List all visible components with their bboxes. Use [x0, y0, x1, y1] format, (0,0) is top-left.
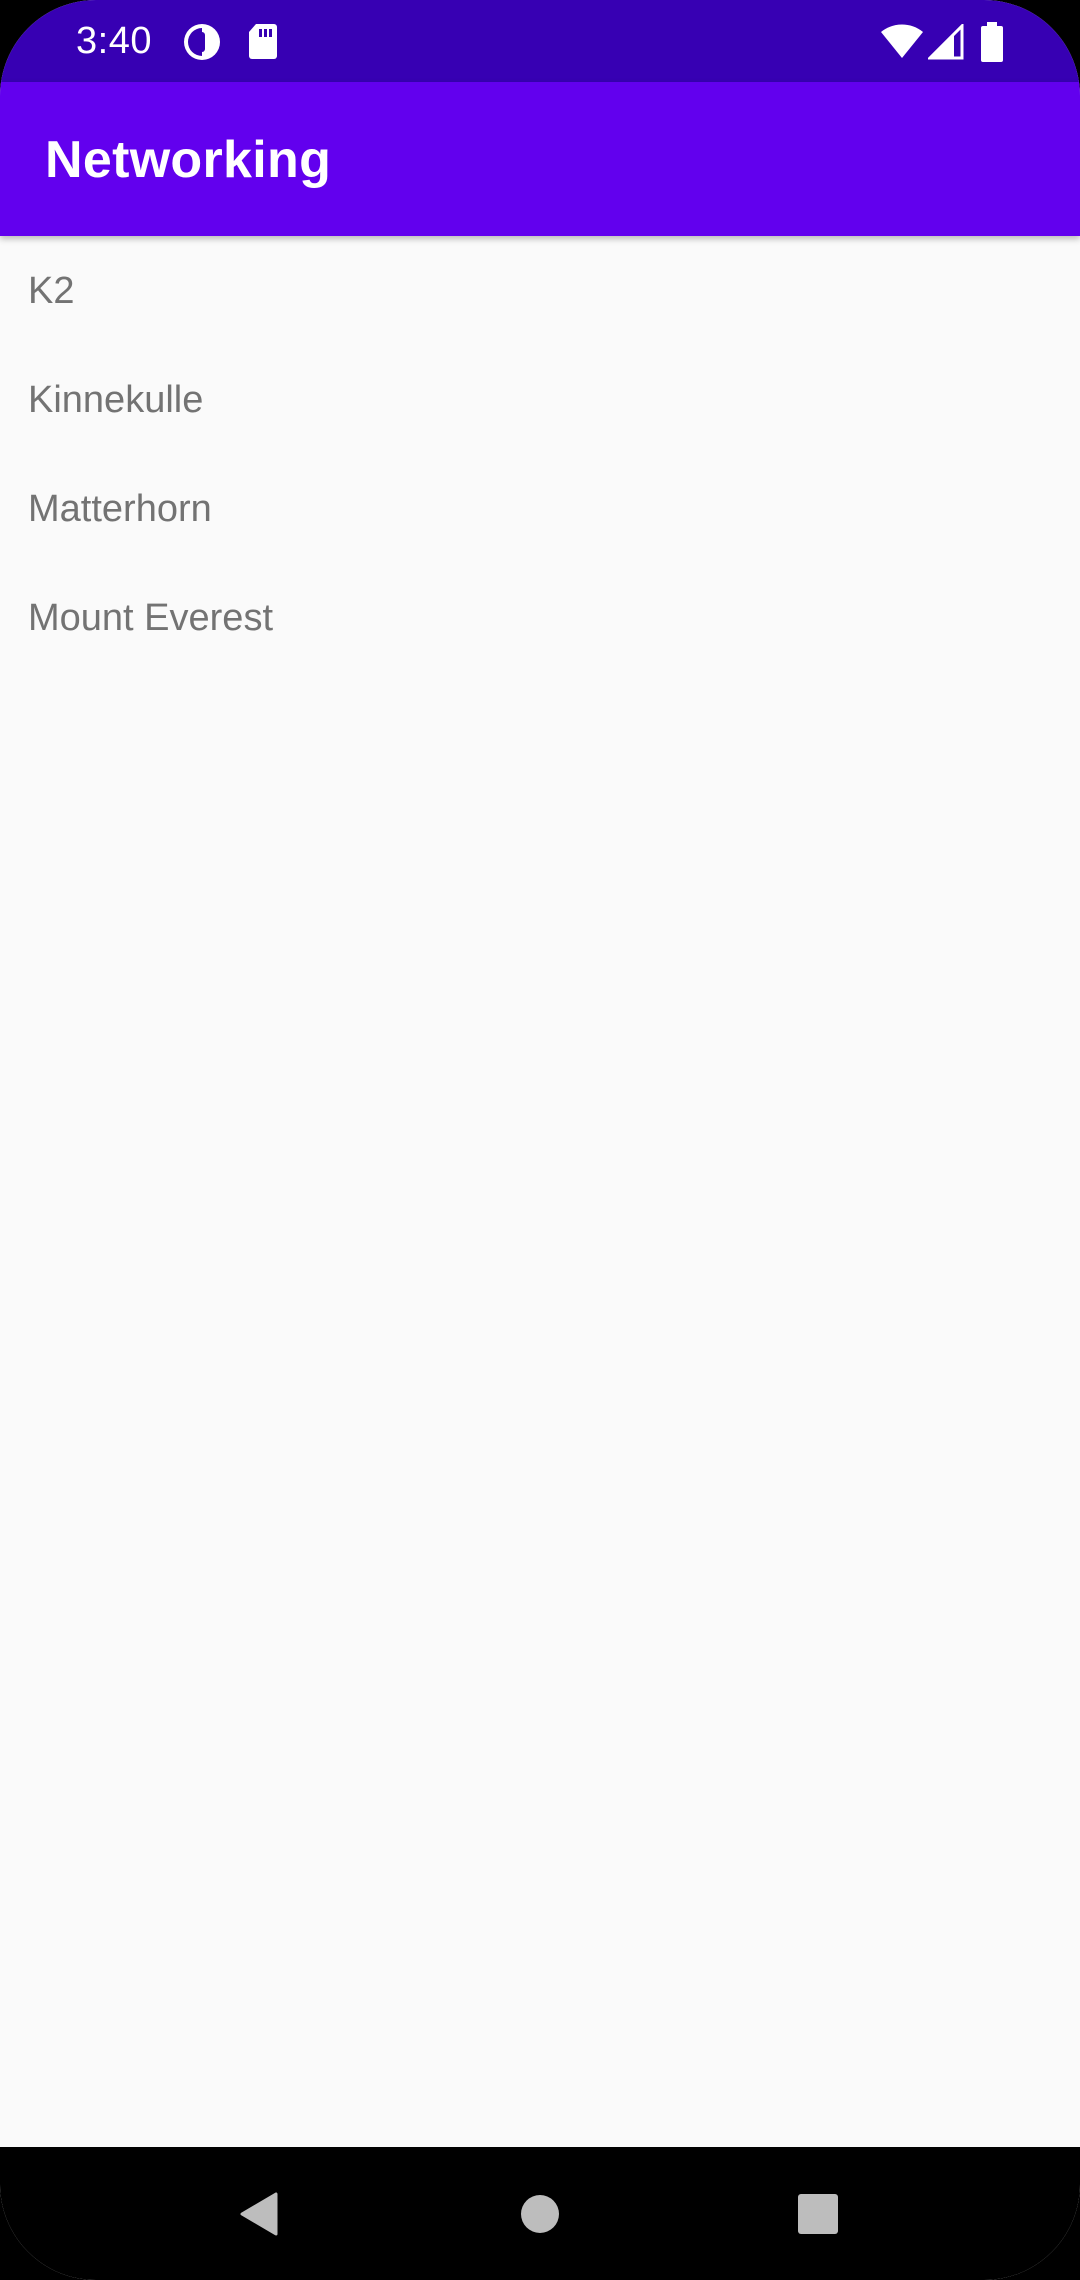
app-title: Networking	[45, 131, 332, 189]
back-button[interactable]	[214, 2169, 304, 2259]
recents-icon	[798, 2194, 838, 2234]
list-item-label: K2	[28, 270, 75, 312]
list-item-label: Matterhorn	[28, 488, 212, 530]
wifi-icon	[881, 24, 923, 58]
list-item-label: Mount Everest	[28, 597, 273, 639]
cell-signal-icon	[928, 24, 964, 60]
list-item[interactable]: Matterhorn	[0, 454, 1080, 563]
phone-screen: 3:40 Networking K2 Kinnekulle Matterhorn…	[0, 0, 1080, 2280]
navigation-bar	[0, 2147, 1080, 2280]
back-icon	[240, 2192, 278, 2236]
app-bar: Networking	[0, 82, 1080, 236]
list-item[interactable]: Kinnekulle	[0, 345, 1080, 454]
home-button[interactable]	[495, 2169, 585, 2259]
status-bar: 3:40	[0, 0, 1080, 82]
mountain-list: K2 Kinnekulle Matterhorn Mount Everest	[0, 236, 1080, 672]
battery-icon	[981, 22, 1003, 62]
data-saver-icon	[184, 24, 220, 60]
home-icon	[521, 2195, 559, 2233]
list-item[interactable]: Mount Everest	[0, 563, 1080, 672]
sd-card-icon	[249, 24, 277, 59]
list-item-label: Kinnekulle	[28, 379, 204, 421]
status-time: 3:40	[76, 20, 152, 62]
recents-button[interactable]	[773, 2169, 863, 2259]
list-item[interactable]: K2	[0, 236, 1080, 345]
